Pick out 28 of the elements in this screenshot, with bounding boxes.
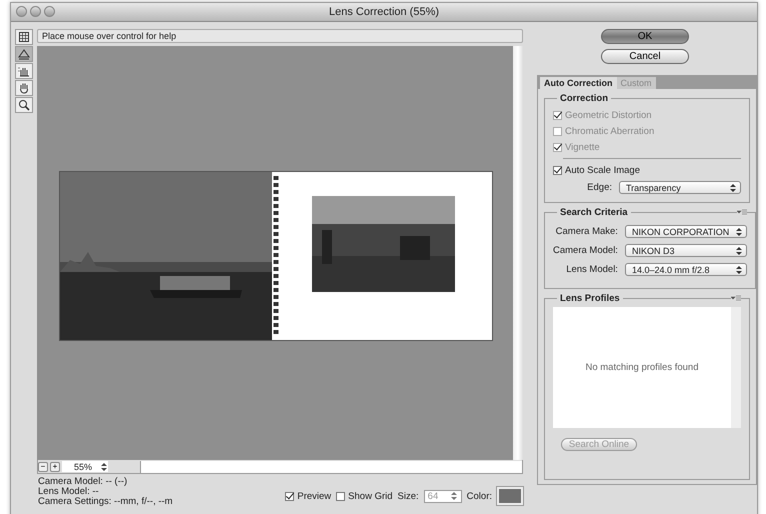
help-text: Place mouse over control for help [42,31,176,41]
dropdown[interactable]: 14.0–24.0 mm f/2.8 [624,263,747,276]
edge-dropdown[interactable]: Transparency [619,181,741,194]
checkbox-label: Preview [297,490,332,502]
checkbox-label: Chromatic Aberration [565,126,654,137]
field-label: Camera Model: [553,245,618,256]
window-title: Lens Correction (55%) [328,6,440,18]
field-label: Camera Make: [556,226,618,237]
dropdown[interactable]: NIKON D3 [624,244,747,257]
checkbox-label: Geometric Distortion [565,110,652,121]
checkbox-label: Auto Scale Image [565,165,640,176]
info-text: Camera Settings: --mm, f/--, --m [38,497,173,507]
empty-message: No matching profiles found [585,362,698,373]
cancel-button[interactable]: Cancel [601,49,689,64]
ok-button[interactable]: OK [601,29,689,44]
info-text: Lens Model: -- [38,487,100,497]
size-label: Size: [398,490,419,502]
info-text: Camera Model: -- (--) [38,477,128,487]
tab[interactable]: Auto Correction [540,77,616,89]
checkbox-label: Vignette [565,142,600,153]
group-title: Lens Profiles [559,293,621,304]
group-title: Search Criteria [559,207,629,218]
group-title: Correction [559,93,610,104]
checkbox-label: Show Grid [348,490,393,502]
field-label: Lens Model: [566,264,618,275]
dropdown[interactable]: NIKON CORPORATION [624,225,747,238]
color-label: Color: [466,490,492,502]
field-label: Edge: [587,182,612,193]
